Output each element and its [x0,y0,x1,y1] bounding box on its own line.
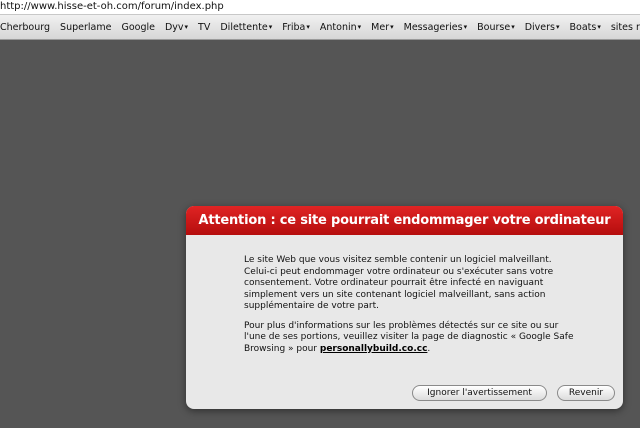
chevron-down-icon: ▾ [268,23,273,31]
info-paragraph: Pour plus d'informations sur les problèm… [244,321,574,356]
bookmark-item[interactable]: Cherbourg [0,22,50,33]
chevron-down-icon: ▾ [306,23,310,31]
bookmark-label: Dilettente [220,21,268,33]
dialog-title: Attention : ce site pourrait endommager … [198,213,611,228]
bookmarks-list: Cherbourg Superlame Google Dyv ▾ TV Dilettente… [0,15,640,39]
bookmark-item[interactable]: Dyv ▾ [165,22,188,33]
bookmark-item[interactable]: Friba ▾ [282,22,310,33]
info-paragraph-end: . [427,343,431,354]
bookmark-label: Bourse [477,21,511,33]
dialog-body: Le site Web que vous visitez semble cont… [244,255,574,363]
chevron-down-icon: ▾ [463,23,468,31]
bookmark-label: Divers [524,21,555,33]
bookmark-label: Superlame [60,21,112,33]
address-bar[interactable]: http://www.hisse-et-oh.com/forum/index.p… [0,0,640,15]
chevron-down-icon: ▾ [184,23,189,31]
chevron-down-icon: ▾ [357,23,362,31]
bookmark-label: Mer [371,21,390,33]
bookmark-item[interactable]: TV [198,22,210,33]
bookmark-label: sites ren [610,21,640,33]
bookmark-label: Boats [569,21,597,33]
bookmark-item[interactable]: Bourse ▾ [477,22,515,33]
chevron-down-icon: ▾ [597,23,601,31]
bookmark-item[interactable]: Antonin ▾ [320,22,361,33]
ignore-warning-button[interactable]: Ignorer l'avertissement [412,385,547,401]
chevron-down-icon: ▾ [555,23,560,31]
bookmark-label: Messageries [403,21,463,33]
bookmarks-bar: Cherbourg Superlame Google Dyv ▾ TV Dilettente… [0,15,640,40]
chevron-down-icon: ▾ [390,23,394,31]
diagnostic-site-link[interactable]: personallybuild.co.cc [320,344,428,354]
bookmark-item[interactable]: Google [121,22,155,33]
malware-warning-dialog: Attention : ce site pourrait endommager … [186,206,623,409]
bookmark-item[interactable]: sites ren [611,22,640,33]
go-back-button[interactable]: Revenir [557,385,615,401]
bookmark-item[interactable]: Divers ▾ [525,22,560,33]
bookmark-item[interactable]: Dilettente ▾ [220,22,272,33]
warning-paragraph: Le site Web que vous visitez semble cont… [244,255,554,311]
bookmark-label: Google [121,21,155,33]
bookmark-item[interactable]: Superlame [60,22,111,33]
bookmark-label: Friba [282,21,306,33]
bookmark-item[interactable]: Boats ▾ [570,22,601,33]
dialog-header: Attention : ce site pourrait endommager … [186,206,623,235]
bookmark-label: Dyv [164,21,184,33]
chevron-down-icon: ▾ [511,23,515,31]
bookmark-item[interactable]: Messageries ▾ [404,22,468,33]
bookmark-label: Antonin [319,21,357,33]
bookmark-item[interactable]: Mer ▾ [371,22,393,33]
url-text[interactable]: http://www.hisse-et-oh.com/forum/index.p… [0,1,224,12]
bookmark-label: TV [198,21,211,33]
bookmark-label: Cherbourg [0,21,51,33]
